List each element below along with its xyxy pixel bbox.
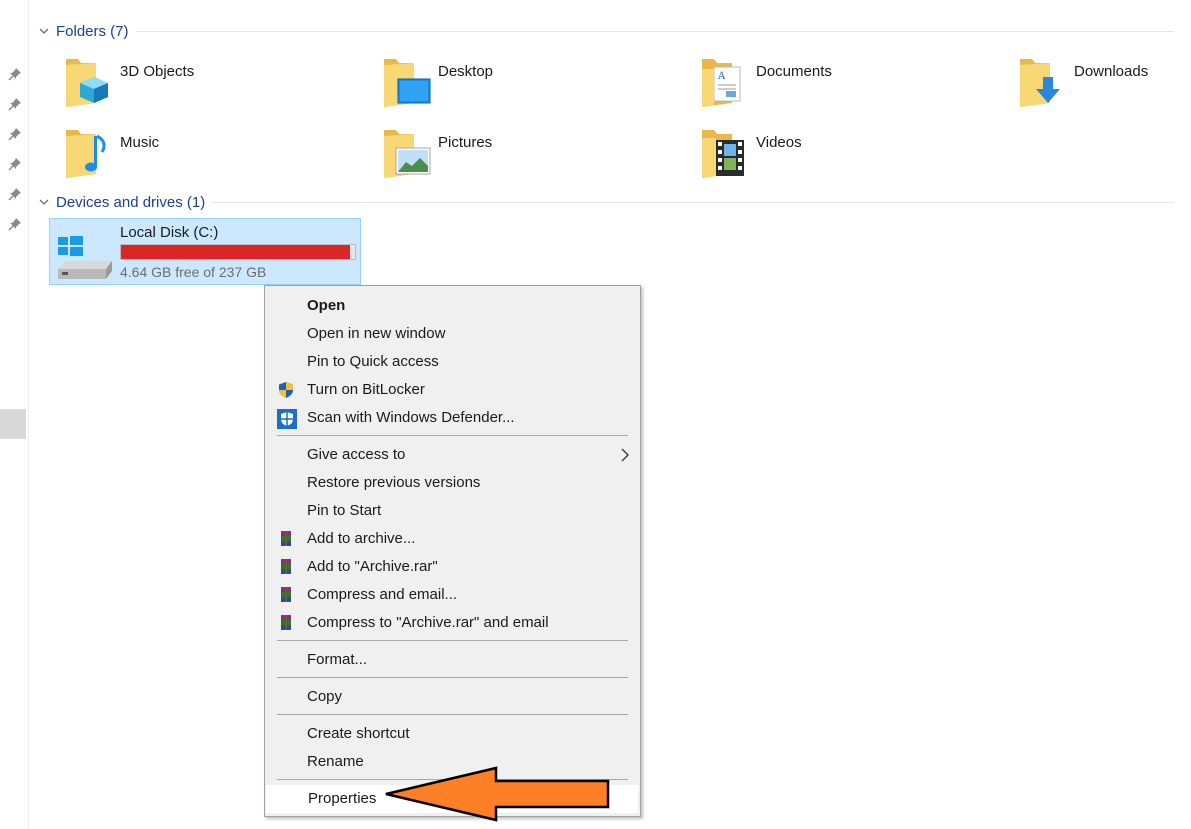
winrar-icon: [281, 531, 291, 546]
menu-item-label: Pin to Start: [307, 502, 382, 519]
menu-item-label: Compress and email...: [307, 586, 458, 603]
hard-drive-icon: [58, 236, 112, 279]
defender-icon: [277, 409, 297, 429]
menu-separator: [277, 714, 628, 715]
downloads-folder-icon: [1020, 59, 1060, 107]
menu-item-label: Turn on BitLocker: [307, 381, 425, 398]
folder-label: Music: [120, 134, 160, 151]
pictures-folder-icon: [384, 130, 431, 178]
menu-item-add-archive-rar[interactable]: Add to "Archive.rar": [265, 553, 640, 581]
desktop-folder-icon: [384, 59, 431, 107]
menu-item-give-access[interactable]: Give access to: [265, 441, 640, 469]
folders-group-header[interactable]: Folders (7): [38, 21, 129, 41]
menu-item-label: Rename: [307, 753, 364, 770]
chevron-right-icon: [621, 448, 629, 462]
menu-item-label: Give access to: [307, 446, 406, 463]
menu-item-add-archive[interactable]: Add to archive...: [265, 525, 640, 553]
pin-icon[interactable]: [8, 187, 22, 201]
uac-shield-icon: [279, 382, 293, 398]
folders-group-title: Folders (7): [56, 22, 129, 40]
group-divider: [136, 31, 1174, 32]
menu-item-label: Pin to Quick access: [307, 353, 439, 370]
navigation-pane: [0, 0, 29, 829]
folder-label: Documents: [756, 63, 832, 80]
folder-desktop[interactable]: Desktop: [382, 55, 672, 117]
menu-item-copy[interactable]: Copy: [265, 683, 640, 711]
nav-selected-item[interactable]: [0, 409, 26, 439]
folder-downloads[interactable]: Downloads: [1018, 55, 1191, 117]
pin-icon[interactable]: [8, 217, 22, 231]
documents-folder-icon: A: [702, 59, 741, 107]
menu-separator: [277, 677, 628, 678]
pin-icon[interactable]: [8, 67, 22, 81]
menu-item-restore-versions[interactable]: Restore previous versions: [265, 469, 640, 497]
videos-folder-icon: [702, 130, 744, 178]
folder-label: 3D Objects: [120, 63, 195, 80]
menu-item-label: Copy: [307, 688, 343, 705]
devices-group-header[interactable]: Devices and drives (1): [38, 192, 205, 212]
drive-usage-fill: [121, 245, 351, 259]
folder-label: Downloads: [1074, 63, 1149, 80]
menu-item-create-shortcut[interactable]: Create shortcut: [265, 720, 640, 748]
menu-item-label: Compress to "Archive.rar" and email: [307, 614, 549, 631]
winrar-icon: [281, 615, 291, 630]
menu-item-label: Open in new window: [307, 325, 446, 342]
folder-label: Videos: [756, 134, 802, 151]
devices-group-title: Devices and drives (1): [56, 193, 206, 211]
menu-item-pin-start[interactable]: Pin to Start: [265, 497, 640, 525]
menu-item-turn-on-bitlocker[interactable]: Turn on BitLocker: [265, 376, 640, 404]
annotation-arrow-icon: [385, 766, 610, 822]
menu-item-label: Restore previous versions: [307, 474, 481, 491]
folder-music[interactable]: Music: [64, 126, 354, 188]
menu-item-label: Format...: [307, 651, 368, 668]
menu-item-open[interactable]: Open: [265, 292, 640, 320]
winrar-icon: [281, 559, 291, 574]
chevron-down-icon[interactable]: [38, 25, 50, 37]
menu-item-label: Add to archive...: [307, 530, 416, 547]
drive-usage-bar: [120, 244, 356, 260]
winrar-icon: [281, 587, 291, 602]
folder-3d-objects[interactable]: 3D Objects: [64, 55, 354, 117]
menu-item-label: Properties: [308, 790, 377, 807]
menu-item-label: Scan with Windows Defender...: [307, 409, 515, 426]
drive-local-disk-c[interactable]: Local Disk (C:) 4.64 GB free of 237 GB: [49, 218, 361, 285]
context-menu: Open Open in new window Pin to Quick acc…: [264, 285, 641, 817]
menu-separator: [277, 640, 628, 641]
menu-separator: [277, 435, 628, 436]
menu-item-label: Open: [307, 297, 346, 314]
folder-label: Desktop: [438, 63, 494, 80]
svg-text:A: A: [717, 71, 726, 82]
menu-item-compress-email[interactable]: Compress and email...: [265, 581, 640, 609]
pin-icon[interactable]: [8, 157, 22, 171]
folder-label: Pictures: [438, 134, 493, 151]
group-divider: [212, 202, 1174, 203]
menu-item-format[interactable]: Format...: [265, 646, 640, 674]
folder-pictures[interactable]: Pictures: [382, 126, 672, 188]
menu-item-pin-quick-access[interactable]: Pin to Quick access: [265, 348, 640, 376]
pin-icon[interactable]: [8, 127, 22, 141]
drive-name: Local Disk (C:): [120, 224, 219, 241]
chevron-down-icon[interactable]: [38, 196, 50, 208]
music-folder-icon: [66, 130, 106, 178]
menu-item-label: Create shortcut: [307, 725, 410, 742]
3d-objects-folder-icon: [66, 59, 108, 107]
menu-item-scan-defender[interactable]: Scan with Windows Defender...: [265, 404, 640, 432]
folder-documents[interactable]: A Documents: [700, 55, 990, 117]
folder-videos[interactable]: Videos: [700, 126, 990, 188]
menu-item-label: Add to "Archive.rar": [307, 558, 438, 575]
menu-item-compress-rar-email[interactable]: Compress to "Archive.rar" and email: [265, 609, 640, 637]
pin-icon[interactable]: [8, 97, 22, 111]
menu-item-open-new-window[interactable]: Open in new window: [265, 320, 640, 348]
drive-free-space: 4.64 GB free of 237 GB: [120, 264, 267, 280]
